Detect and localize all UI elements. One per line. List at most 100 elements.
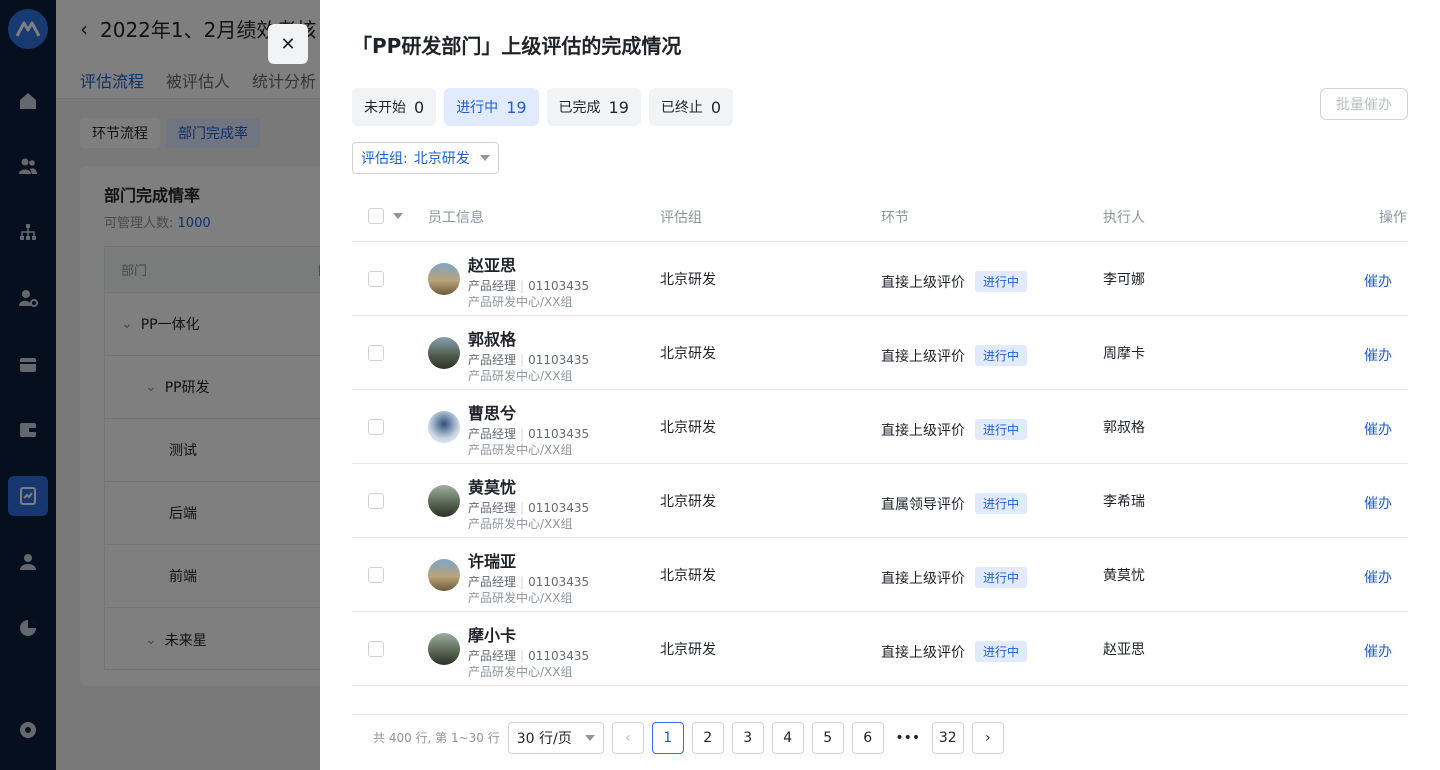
remind-link[interactable]: 催办: [1364, 493, 1392, 513]
stage-name: 直接上级评价: [881, 348, 965, 365]
employee-role: 产品经理 | 01103435: [468, 279, 590, 293]
avatar: [428, 559, 460, 591]
stage-cell: 直接上级评价 进行中: [881, 271, 1028, 292]
row-checkbox[interactable]: [368, 271, 384, 287]
avatar: [428, 633, 460, 665]
prev-page-button[interactable]: ‹: [611, 721, 644, 754]
drawer-title: 「PP研发部门」上级评估的完成情况: [352, 34, 682, 58]
col-executor: 执行人: [1103, 210, 1145, 226]
status-tabs: 未开始 0 进行中 19 已完成 19 已终止 0: [352, 88, 734, 126]
executor: 赵亚思: [1103, 642, 1145, 658]
eval-group: 北京研发: [660, 568, 716, 584]
col-group: 评估组: [660, 210, 702, 226]
select-all-checkbox[interactable]: [368, 208, 384, 224]
status-tab-completed[interactable]: 已完成 19: [546, 88, 641, 126]
stage-name: 直接上级评价: [881, 274, 965, 291]
col-stage: 环节: [881, 210, 909, 226]
table-row: 黄莫忧 产品经理 | 01103435 产品研发中心/XX组 北京研发 直属领导评价 进行中 李…: [352, 464, 1408, 538]
chevron-down-icon: [479, 155, 490, 161]
avatar: [428, 337, 460, 369]
col-employee: 员工信息: [428, 210, 484, 226]
remind-link[interactable]: 催办: [1364, 567, 1392, 587]
page-last-button[interactable]: 32: [931, 721, 964, 754]
chevron-down-icon: [584, 734, 595, 741]
status-badge: 进行中: [975, 419, 1028, 440]
row-checkbox[interactable]: [368, 493, 384, 509]
executor: 周摩卡: [1103, 346, 1145, 362]
employee-dept: 产品研发中心/XX组: [468, 295, 573, 309]
eval-group: 北京研发: [660, 642, 716, 658]
col-action: 操作: [1379, 210, 1407, 226]
employee-dept: 产品研发中心/XX组: [468, 591, 573, 605]
stage-name: 直接上级评价: [881, 422, 965, 439]
row-checkbox[interactable]: [368, 567, 384, 583]
employee-dept: 产品研发中心/XX组: [468, 443, 573, 457]
pager-total: 共 400 行, 第 1~30 行: [373, 731, 500, 745]
remind-link[interactable]: 催办: [1364, 419, 1392, 439]
employee-name: 郭叔格: [468, 330, 517, 349]
executor: 李可娜: [1103, 272, 1145, 288]
eval-group: 北京研发: [660, 420, 716, 436]
stage-cell: 直接上级评价 进行中: [881, 567, 1028, 588]
employee-role: 产品经理 | 01103435: [468, 575, 590, 589]
row-checkbox[interactable]: [368, 419, 384, 435]
stage-name: 直接上级评价: [881, 644, 965, 661]
employee-role: 产品经理 | 01103435: [468, 649, 590, 663]
row-checkbox[interactable]: [368, 641, 384, 657]
table-row: 许瑞亚产品经理 | 01103435 产品研发中心/XX组 北京研发 直接上级评价 进行中 黄…: [352, 538, 1408, 612]
batch-remind-button[interactable]: 批量催办: [1320, 88, 1408, 120]
row-checkbox[interactable]: [368, 345, 384, 361]
eval-group: 北京研发: [660, 346, 716, 362]
page-6-button[interactable]: 6: [851, 721, 884, 754]
pagination: 共 400 行, 第 1~30 行 30 行/页 ‹ 1 2 3 4 5 6 •…: [352, 714, 1408, 760]
table-row: 郭叔格 产品经理 | 01103435 产品研发中心/XX组 北京研发 直接上级评价 进行中 周…: [352, 316, 1408, 390]
page-1-button[interactable]: 1: [651, 721, 684, 754]
page-2-button[interactable]: 2: [691, 721, 724, 754]
employee-dept: 产品研发中心/XX组: [468, 369, 573, 383]
status-badge: 进行中: [975, 493, 1028, 514]
employee-dept: 产品研发中心/XX组: [468, 665, 573, 679]
close-icon: ✕: [280, 33, 296, 55]
pager-ellipsis[interactable]: •••: [892, 730, 924, 746]
group-filter-select[interactable]: 评估组: 北京研发: [352, 142, 499, 174]
stage-cell: 直接上级评价 进行中: [881, 641, 1028, 662]
status-tab-in-progress[interactable]: 进行中 19: [444, 88, 539, 126]
stage-cell: 直属领导评价 进行中: [881, 493, 1028, 514]
employee-role: 产品经理 | 01103435: [468, 427, 590, 441]
completion-drawer: 「PP研发部门」上级评估的完成情况 未开始 0 进行中 19 已完成 19 已终止 0 …: [320, 0, 1440, 770]
status-tab-not-started[interactable]: 未开始 0: [352, 88, 437, 126]
next-page-button[interactable]: ›: [971, 721, 1004, 754]
employee-name: 黄莫忧: [468, 478, 517, 497]
select-dropdown-icon[interactable]: [393, 213, 403, 219]
stage-name: 直属领导评价: [881, 496, 965, 513]
table-header: 员工信息 评估组 环节 执行人 操作: [352, 190, 1408, 242]
employee-name: 曹思兮: [468, 404, 517, 423]
employee-dept: 产品研发中心/XX组: [468, 517, 573, 531]
page-5-button[interactable]: 5: [811, 721, 844, 754]
eval-group: 北京研发: [660, 494, 716, 510]
status-badge: 进行中: [975, 271, 1028, 292]
employee-name: 摩小卡: [468, 626, 517, 645]
page-size-select[interactable]: 30 行/页: [507, 721, 604, 754]
executor: 黄莫忧: [1103, 568, 1145, 584]
remind-link[interactable]: 催办: [1364, 345, 1392, 365]
status-badge: 进行中: [975, 641, 1028, 662]
stage-cell: 直接上级评价 进行中: [881, 419, 1028, 440]
remind-link[interactable]: 催办: [1364, 271, 1392, 291]
avatar: [428, 485, 460, 517]
avatar: [428, 411, 460, 443]
page-4-button[interactable]: 4: [771, 721, 804, 754]
executor: 郭叔格: [1103, 420, 1145, 436]
eval-group: 北京研发: [660, 272, 716, 288]
status-tab-terminated[interactable]: 已终止 0: [648, 88, 734, 126]
status-badge: 进行中: [975, 345, 1028, 366]
remind-link[interactable]: 催办: [1364, 641, 1392, 661]
table-row: 曹思兮产品经理 | 01103435 产品研发中心/XX组 北京研发 直接上级评价 进行中 郭…: [352, 390, 1408, 464]
employee-name: 许瑞亚: [468, 552, 517, 571]
employee-name: 赵亚思: [468, 256, 517, 275]
page-3-button[interactable]: 3: [731, 721, 764, 754]
status-badge: 进行中: [975, 567, 1028, 588]
stage-cell: 直接上级评价 进行中: [881, 345, 1028, 366]
table-row: 摩小卡产品经理 | 01103435 产品研发中心/XX组 北京研发 直接上级评价 进行中 赵…: [352, 612, 1408, 686]
close-button[interactable]: ✕: [268, 24, 308, 64]
